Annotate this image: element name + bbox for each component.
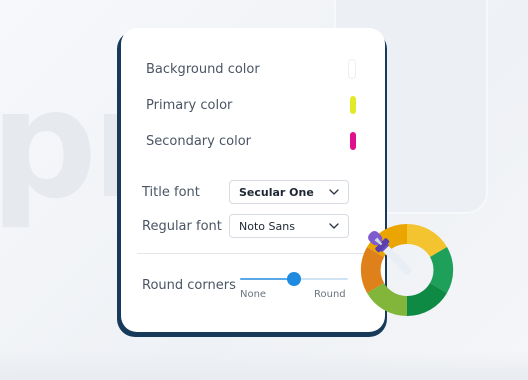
regular-font-row: Regular font Noto Sans [142,213,349,239]
title-font-row: Title font Secular One [142,179,349,205]
eyedropper-color-wheel-icon [360,208,464,318]
theme-settings-illustration: prd Background color Primary color Secon… [0,0,528,380]
regular-font-value: Noto Sans [239,219,295,233]
title-font-value: Secular One [239,185,314,199]
title-font-label: Title font [142,184,200,200]
primary-color-row[interactable]: Primary color [146,95,356,115]
secondary-color-swatch[interactable] [350,132,356,150]
regular-font-select[interactable]: Noto Sans [229,214,349,238]
chevron-down-icon [329,189,339,195]
background-color-row[interactable]: Background color [146,59,356,79]
primary-color-label: Primary color [146,97,233,113]
background-color-swatch[interactable] [348,59,356,79]
section-divider [137,253,369,254]
slider-track-fill [240,278,294,280]
round-corners-slider[interactable] [240,270,348,288]
secondary-color-row[interactable]: Secondary color [146,131,356,151]
slider-thumb[interactable] [287,272,301,286]
background-color-label: Background color [146,61,260,77]
chevron-down-icon [329,223,339,229]
theme-settings-card: Background color Primary color Secondary… [121,28,385,332]
slider-min-label: None [240,289,267,300]
round-corners-label: Round corners [142,278,236,293]
secondary-color-label: Secondary color [146,133,251,149]
background-floor [0,350,528,380]
title-font-select[interactable]: Secular One [229,180,349,204]
primary-color-swatch[interactable] [350,96,356,114]
slider-max-label: Round [314,289,346,300]
regular-font-label: Regular font [142,218,222,234]
